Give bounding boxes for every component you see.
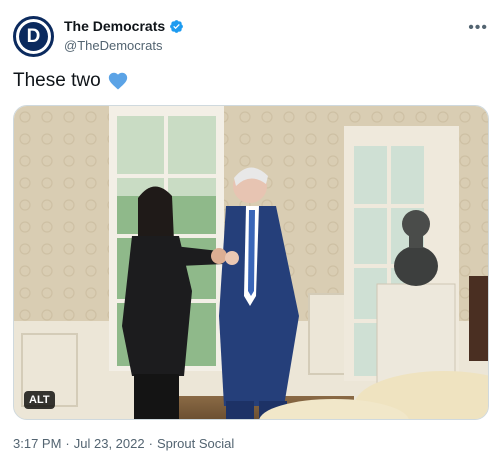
tweet-card: D The Democrats @TheDemocrats ••• These … (0, 0, 500, 457)
tweet-text: These two (13, 70, 129, 92)
photo-illustration (14, 106, 488, 419)
avatar[interactable]: D (13, 16, 54, 57)
handle[interactable]: @TheDemocrats (64, 38, 184, 53)
blue-heart-icon (108, 72, 127, 90)
tweet-source[interactable]: Sprout Social (157, 436, 234, 451)
verified-badge-icon (170, 19, 184, 33)
tweet-date[interactable]: Jul 23, 2022 (74, 436, 145, 451)
name-row: The Democrats (64, 18, 184, 34)
meta-separator: · (148, 436, 153, 451)
avatar-logo: D (19, 22, 48, 51)
meta-separator: · (65, 436, 70, 451)
tweet-text-content: These two (13, 70, 101, 91)
display-name[interactable]: The Democrats (64, 18, 165, 34)
author-block: The Democrats @TheDemocrats (64, 18, 184, 53)
tweet-time[interactable]: 3:17 PM (13, 436, 61, 451)
alt-text-badge[interactable]: ALT (24, 391, 55, 409)
avatar-letter: D (26, 26, 41, 47)
tweet-photo[interactable]: ALT (13, 105, 489, 420)
more-horizontal-icon[interactable]: ••• (468, 20, 488, 36)
tweet-meta: 3:17 PM · Jul 23, 2022 · Sprout Social (13, 436, 234, 451)
